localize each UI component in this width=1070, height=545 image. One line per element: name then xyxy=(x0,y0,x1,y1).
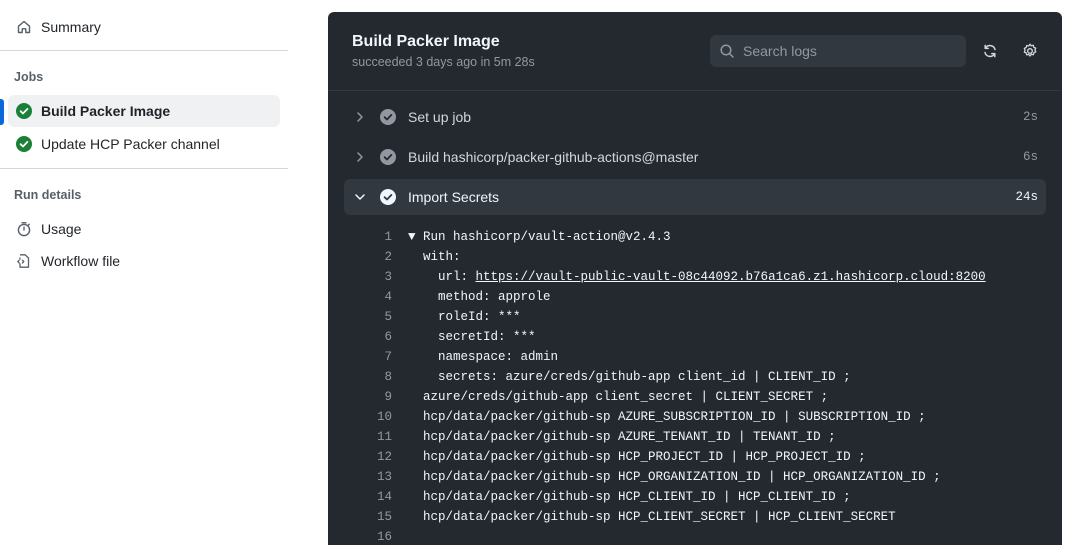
log-text: roleId: *** xyxy=(408,310,521,324)
log-line[interactable]: 8 secrets: azure/creds/github-app client… xyxy=(328,367,1062,387)
refresh-icon[interactable] xyxy=(979,40,1001,62)
line-number: 2 xyxy=(384,250,392,264)
log-line[interactable]: 10 hcp/data/packer/github-sp AZURE_SUBSC… xyxy=(328,407,1062,427)
sidebar-job-label: Update HCP Packer channel xyxy=(41,136,220,152)
run-details-section-title: Run details xyxy=(14,188,82,202)
workflow-file-link[interactable]: Workflow file xyxy=(0,245,120,277)
success-check-icon xyxy=(15,102,33,120)
log-line[interactable]: 14 hcp/data/packer/github-sp HCP_CLIENT_… xyxy=(328,487,1062,507)
usage-link[interactable]: Usage xyxy=(0,213,81,245)
log-line[interactable]: 5 roleId: *** xyxy=(328,307,1062,327)
log-line[interactable]: 6 secretId: *** xyxy=(328,327,1062,347)
step-label: Build hashicorp/packer-github-actions@ma… xyxy=(408,149,699,165)
log-text: url: https://vault-public-vault-08c44092… xyxy=(408,270,986,284)
line-number: 8 xyxy=(384,370,392,384)
line-number: 16 xyxy=(376,530,392,544)
log-line[interactable]: 1 ▼ Run hashicorp/vault-action@v2.4.3 xyxy=(328,227,1062,247)
line-number: 3 xyxy=(384,270,392,284)
step-import-secrets[interactable]: Import Secrets 24s xyxy=(344,179,1046,215)
line-number: 1 xyxy=(384,230,392,244)
log-line[interactable]: 15 hcp/data/packer/github-sp HCP_CLIENT_… xyxy=(328,507,1062,527)
chevron-right-icon xyxy=(352,151,368,163)
log-text: secretId: *** xyxy=(408,330,536,344)
log-line[interactable]: 2 with: xyxy=(328,247,1062,267)
log-text: hcp/data/packer/github-sp HCP_CLIENT_ID … xyxy=(408,490,851,504)
sidebar-job-build-packer-image[interactable]: Build Packer Image xyxy=(8,95,280,127)
log-text: hcp/data/packer/github-sp AZURE_SUBSCRIP… xyxy=(408,410,926,424)
line-number: 5 xyxy=(384,310,392,324)
log-line[interactable]: 16 xyxy=(328,527,1062,545)
jobs-section-title: Jobs xyxy=(14,70,44,84)
line-number: 11 xyxy=(376,430,392,444)
search-icon xyxy=(719,43,735,59)
active-job-indicator xyxy=(0,99,4,125)
log-text-prefix: url: xyxy=(408,270,476,284)
log-line[interactable]: 13 hcp/data/packer/github-sp HCP_ORGANIZ… xyxy=(328,467,1062,487)
sidebar-divider xyxy=(0,168,288,169)
log-line[interactable]: 9 azure/creds/github-app client_secret |… xyxy=(328,387,1062,407)
line-number: 14 xyxy=(376,490,392,504)
log-line[interactable]: 11 hcp/data/packer/github-sp AZURE_TENAN… xyxy=(328,427,1062,447)
line-number: 7 xyxy=(384,350,392,364)
completed-check-icon xyxy=(380,109,396,125)
log-text: hcp/data/packer/github-sp HCP_CLIENT_SEC… xyxy=(408,510,896,524)
job-title: Build Packer Image xyxy=(352,33,500,50)
line-number: 15 xyxy=(376,510,392,524)
chevron-right-icon xyxy=(352,111,368,123)
stopwatch-icon xyxy=(15,220,33,238)
line-number: 10 xyxy=(376,410,392,424)
log-line[interactable]: 7 namespace: admin xyxy=(328,347,1062,367)
log-text: azure/creds/github-app client_secret | C… xyxy=(408,390,829,404)
log-text: hcp/data/packer/github-sp AZURE_TENANT_I… xyxy=(408,430,836,444)
line-number: 6 xyxy=(384,330,392,344)
sidebar-divider xyxy=(0,50,288,51)
log-text: ▼ Run hashicorp/vault-action@v2.4.3 xyxy=(408,230,671,244)
step-set-up-job[interactable]: Set up job 2s xyxy=(344,99,1046,135)
log-text: hcp/data/packer/github-sp HCP_ORGANIZATI… xyxy=(408,470,941,484)
line-number: 4 xyxy=(384,290,392,304)
sidebar: Summary Jobs Build Packer Image Update H… xyxy=(0,0,288,545)
completed-check-icon xyxy=(380,149,396,165)
usage-label: Usage xyxy=(41,221,82,237)
workflow-file-icon xyxy=(15,252,33,270)
gear-icon[interactable] xyxy=(1019,40,1041,62)
job-log-panel: Build Packer Image succeeded 3 days ago … xyxy=(328,12,1062,545)
log-line[interactable]: 4 method: approle xyxy=(328,287,1062,307)
step-label: Set up job xyxy=(408,109,472,125)
step-duration: 24s xyxy=(1015,190,1038,204)
workflow-file-label: Workflow file xyxy=(41,253,121,269)
step-build-packer-github-actions[interactable]: Build hashicorp/packer-github-actions@ma… xyxy=(344,139,1046,175)
search-logs-box[interactable] xyxy=(710,35,966,67)
sidebar-job-update-hcp-packer-channel[interactable]: Update HCP Packer channel xyxy=(0,128,220,160)
summary-link[interactable]: Summary xyxy=(0,11,101,43)
log-text: namespace: admin xyxy=(408,350,559,364)
completed-check-icon xyxy=(380,189,396,205)
home-icon xyxy=(15,18,33,36)
log-line[interactable]: 12 hcp/data/packer/github-sp HCP_PROJECT… xyxy=(328,447,1062,467)
log-text: with: xyxy=(408,250,461,264)
job-status-text: succeeded 3 days ago in 5m 28s xyxy=(352,55,535,69)
sidebar-job-label: Build Packer Image xyxy=(41,103,171,119)
line-number: 13 xyxy=(376,470,392,484)
summary-label: Summary xyxy=(41,19,101,35)
line-number: 12 xyxy=(376,450,392,464)
step-duration: 6s xyxy=(1022,150,1038,164)
log-text: hcp/data/packer/github-sp HCP_PROJECT_ID… xyxy=(408,450,866,464)
step-label: Import Secrets xyxy=(408,189,500,205)
vault-url-link[interactable]: https://vault-public-vault-08c44092.b76a… xyxy=(476,270,986,284)
log-text: secrets: azure/creds/github-app client_i… xyxy=(408,370,851,384)
chevron-down-icon xyxy=(352,191,368,203)
job-header: Build Packer Image succeeded 3 days ago … xyxy=(328,12,1062,91)
line-number: 9 xyxy=(384,390,392,404)
log-text: method: approle xyxy=(408,290,551,304)
step-duration: 2s xyxy=(1022,110,1038,124)
log-line[interactable]: 3 url: https://vault-public-vault-08c440… xyxy=(328,267,1062,287)
search-input[interactable] xyxy=(743,43,943,59)
success-check-icon xyxy=(15,135,33,153)
